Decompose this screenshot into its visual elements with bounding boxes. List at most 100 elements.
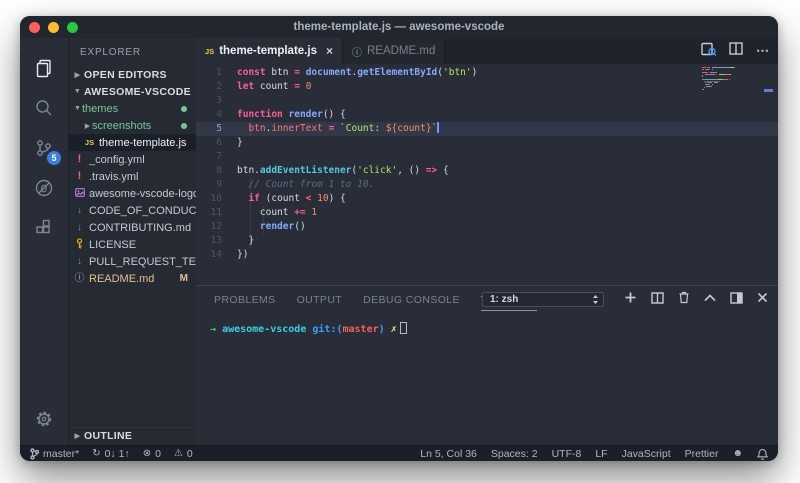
file-tree: ▼ themes ▶ screenshots JS theme-template.js! _… [69,100,196,287]
activity-bar-item-extensions[interactable] [20,208,68,248]
kill-terminal-button[interactable] [678,291,690,307]
code-line-9[interactable]: 9 // Count from 1 to 10. [196,178,778,192]
code-editor[interactable]: 1 const btn = document.getElementById('bt… [196,64,778,285]
open-preview-button[interactable] [701,42,717,61]
root-folder-section[interactable]: ▼ AWESOME-VSCODE [69,83,196,100]
status-item-ln-5-col-36[interactable]: Ln 5, Col 36 [420,448,477,460]
code-line-2[interactable]: 2 let count = 0 [196,80,778,94]
status-item-label: Spaces: 2 [490,447,538,460]
status-item-smiley[interactable]: ☻ [732,448,743,459]
editor-tab-readme-md[interactable]: ⓘ README.md [342,38,446,64]
tree-item-theme-template-js[interactable]: JS theme-template.js [69,134,196,151]
tree-item-license[interactable]: LICENSE [69,236,196,253]
text-cursor [437,122,440,133]
panel-header: PROBLEMSOUTPUTDEBUG CONSOLETERMINAL 1: z… [196,286,778,312]
panel-tab-debug-console[interactable]: DEBUG CONSOLE [363,288,460,310]
code-line-6[interactable]: 6} [196,136,778,150]
terminal-shell-select[interactable]: 1: zsh [482,291,604,307]
new-terminal-button[interactable] [624,291,637,307]
code-line-11[interactable]: 11 count += 1 [196,206,778,220]
terminal-prompt-dirty: ✗ [390,324,397,335]
root-folder-label: AWESOME-VSCODE [84,85,191,98]
code-line-7[interactable]: 7 [196,150,778,164]
code-line-14[interactable]: 14}) [196,248,778,262]
tree-item-pull-request-temp-[interactable]: ↓ PULL_REQUEST_TEMP.. [69,253,196,270]
status-item-lf[interactable]: LF [595,448,607,460]
status-item-label: JavaScript [621,447,671,460]
status-item-0-1-[interactable]: ↻ 0↓ 1↑ [92,448,130,460]
status-item-label: Ln 5, Col 36 [420,447,477,460]
status-item-master-[interactable]: master* [30,448,79,460]
select-arrows-icon [593,294,598,304]
tree-item-label: themes [82,102,119,115]
editor-tab-theme-template-js[interactable]: JS theme-template.js × [196,38,343,64]
yaml-file-icon: ! [77,153,82,165]
chevron-right-icon: ▶ [84,122,91,130]
status-item-prettier[interactable]: Prettier [685,448,719,460]
activity-bar-item-debug[interactable] [20,168,68,208]
minimize-window-button[interactable] [48,21,59,33]
outline-section[interactable]: ▶ OUTLINE [69,427,196,444]
status-item-0[interactable]: ⚠ 0 [174,448,193,460]
maximize-panel-button[interactable] [704,293,716,305]
terminal-cursor [399,322,407,334]
code-line-10[interactable]: 10 if (count < 10) { [196,192,778,206]
toggle-panel-button[interactable] [730,291,743,307]
settings-gear-icon[interactable] [20,399,68,439]
zoom-window-button[interactable] [67,21,78,33]
code-line-4[interactable]: 4 function render() { [196,108,778,122]
tree-item-label: PULL_REQUEST_TEMP.. [89,255,196,268]
line-number: 13 [210,235,222,246]
panel-tab-output[interactable]: OUTPUT [297,288,343,310]
tree-item-awesome-vscode-logo-[interactable]: awesome-vscode-logo.. [69,185,196,202]
tree-item-themes[interactable]: ▼ themes [69,100,196,117]
code-line-3[interactable]: 3 [196,94,778,108]
git-branch-icon [30,447,39,460]
tree-item-screenshots[interactable]: ▶ screenshots [69,117,196,134]
code-line-5[interactable]: 5 btn.innerText = `Count: ${count}` [196,122,778,136]
chevron-up-icon [704,294,716,302]
line-number: 12 [210,221,222,232]
extensions-icon [36,219,50,234]
chevron-down-icon: ▼ [74,105,81,112]
status-item-bell[interactable] [757,448,768,460]
split-terminal-button[interactable] [651,291,664,307]
info-file-icon: ⓘ [74,272,85,284]
more-actions-button[interactable]: ⋯ [756,42,770,60]
terminal-prompt-git: ) [378,324,385,335]
chevron-right-icon: ▶ [74,433,81,440]
image-file-icon [73,188,86,199]
status-item-javascript[interactable]: JavaScript [622,448,671,460]
status-item-utf-8[interactable]: UTF-8 [552,448,582,460]
close-tab-icon[interactable]: × [326,44,333,58]
code-line-12[interactable]: 12 render() [196,220,778,234]
close-panel-button[interactable] [757,292,768,306]
activity-bar-item-source-control[interactable]: 5 [20,128,68,168]
plus-icon [625,292,636,303]
terminal-content[interactable]: → awesome-vscode git:(master) ✗ [196,312,778,335]
code-line-13[interactable]: 13 } [196,234,778,248]
close-window-button[interactable] [29,21,40,33]
open-editors-section[interactable]: ▶ OPEN EDITORS [69,66,196,83]
status-item-0[interactable]: ⊗ 0 [143,448,161,460]
line-number: 7 [216,151,222,162]
split-editor-button[interactable] [729,42,743,60]
status-item-spaces-2[interactable]: Spaces: 2 [491,448,538,460]
tree-item--config-yml[interactable]: ! _config.yml [69,151,196,168]
tab-label: README.md [366,45,436,57]
editor-actions: ⋯ [701,38,770,64]
files-icon [36,59,51,78]
minimap[interactable] [702,67,758,91]
tree-item-code-of-conduct-[interactable]: ↓ CODE_OF_CONDUCT.... [69,202,196,219]
tree-item--travis-yml[interactable]: ! .travis.yml [69,168,196,185]
code-line-1[interactable]: 1 const btn = document.getElementById('bt… [196,66,778,80]
tree-item-contributing-md[interactable]: ↓ CONTRIBUTING.md [69,219,196,236]
panel-tab-problems[interactable]: PROBLEMS [214,288,276,310]
activity-bar-item-explorer[interactable] [20,48,68,88]
debug-disabled-icon [35,179,53,197]
key-file-icon [73,238,86,251]
activity-bar-item-search[interactable] [20,88,68,128]
code-line-8[interactable]: 8 btn.addEventListener('click', () => { [196,164,778,178]
tree-item-readme-md[interactable]: ⓘ README.md M [69,270,196,287]
split-editor-icon [729,42,743,55]
